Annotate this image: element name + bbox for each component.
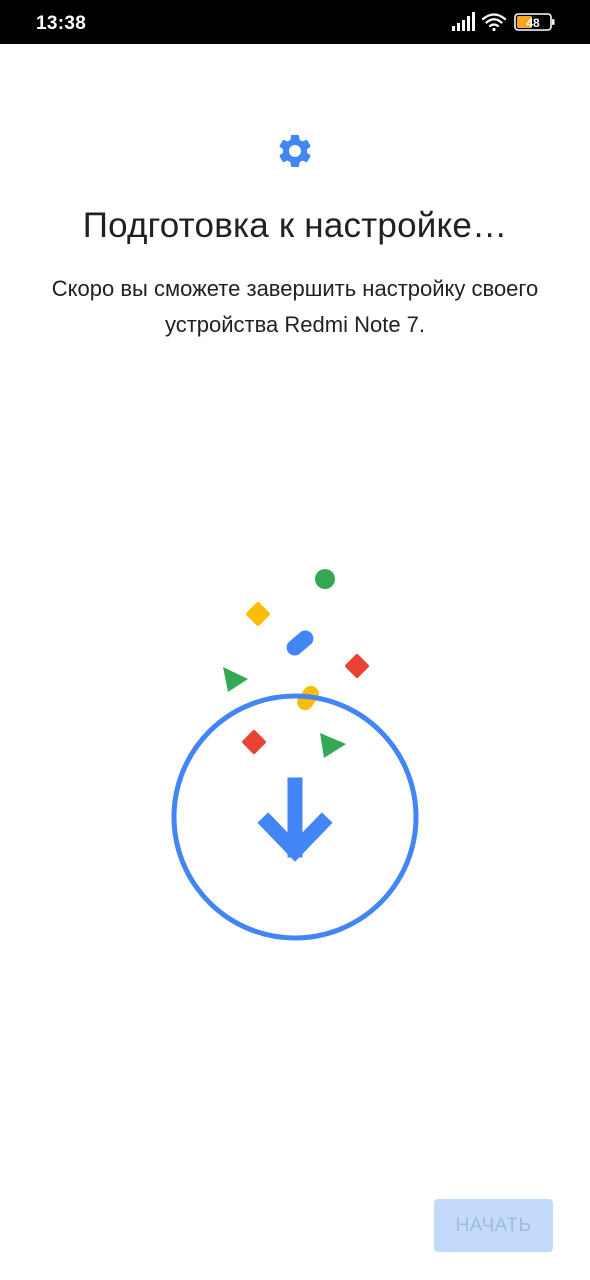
confetti-red-diamond — [345, 654, 369, 678]
confetti-green-dot — [315, 569, 335, 589]
confetti-green-triangle-2 — [320, 733, 346, 758]
download-arrow-icon — [257, 777, 333, 862]
signal-icon — [452, 12, 475, 31]
download-illustration — [171, 569, 419, 941]
status-time: 13:38 — [36, 13, 87, 34]
start-button[interactable]: НАЧАТЬ — [434, 1199, 553, 1252]
gear-icon — [279, 135, 311, 167]
wifi-icon — [481, 13, 507, 32]
confetti-red-diamond-2 — [242, 730, 266, 754]
confetti-green-triangle — [223, 667, 248, 692]
status-icons: 48 — [452, 12, 555, 32]
page-title: Подготовка к настройке… — [82, 206, 508, 245]
confetti-blue-pill — [286, 630, 314, 656]
battery-level: 48 — [526, 16, 540, 30]
confetti-yellow-diamond — [246, 602, 270, 626]
page-subtitle: Скоро вы сможете завершить настройку сво… — [51, 276, 539, 337]
battery-icon: 48 — [514, 13, 555, 31]
status-bar: 13:38 48 — [0, 0, 590, 44]
